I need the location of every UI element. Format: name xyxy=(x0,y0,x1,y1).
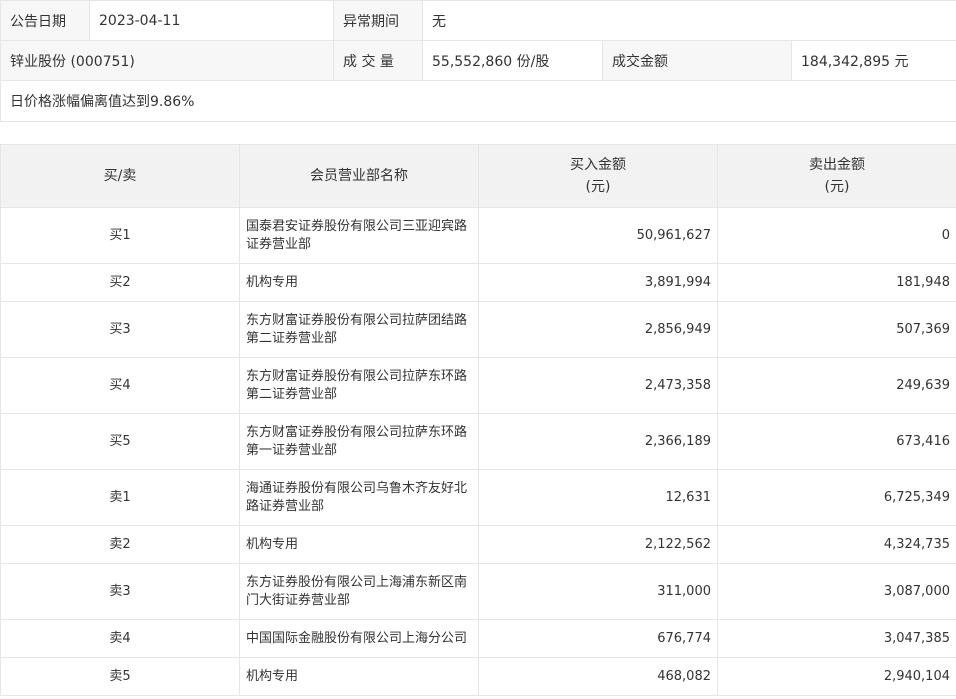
row-dept: 东方财富证券股份有限公司拉萨东环路第一证券营业部 xyxy=(239,413,479,470)
announce-date-value: 2023-04-11 xyxy=(89,0,334,41)
table-row: 买5 东方财富证券股份有限公司拉萨东环路第一证券营业部 2,366,189 67… xyxy=(0,413,956,470)
header-buy-amount-unit: (元) xyxy=(585,179,611,195)
header-dept: 会员营业部名称 xyxy=(239,144,479,208)
table-row: 卖5 机构专用 468,082 2,940,104 xyxy=(0,657,956,696)
row-sell-amount: 3,047,385 xyxy=(717,619,956,658)
row-side: 卖3 xyxy=(0,563,240,620)
row-dept: 海通证券股份有限公司乌鲁木齐友好北路证券营业部 xyxy=(239,469,479,526)
announce-date-label: 公告日期 xyxy=(0,0,90,41)
header-buy-amount: 买入金额 (元) xyxy=(478,144,718,208)
row-side: 卖1 xyxy=(0,469,240,526)
row-buy-amount: 2,473,358 xyxy=(478,357,718,414)
row-dept: 机构专用 xyxy=(239,525,479,564)
row-dept: 东方财富证券股份有限公司拉萨团结路第二证券营业部 xyxy=(239,301,479,358)
row-side: 买1 xyxy=(0,207,240,264)
row-dept: 东方证券股份有限公司上海浦东新区南门大街证券营业部 xyxy=(239,563,479,620)
row-buy-amount: 676,774 xyxy=(478,619,718,658)
info-row-trade: 锌业股份 (000751) 成 交 量 55,552,860 份/股 成交金额 … xyxy=(0,40,956,81)
table-row: 卖3 东方证券股份有限公司上海浦东新区南门大街证券营业部 311,000 3,0… xyxy=(0,563,956,620)
volume-value: 55,552,860 份/股 xyxy=(422,40,603,81)
table-row: 买4 东方财富证券股份有限公司拉萨东环路第二证券营业部 2,473,358 24… xyxy=(0,357,956,414)
table-row: 卖2 机构专用 2,122,562 4,324,735 xyxy=(0,525,956,564)
row-dept: 国泰君安证券股份有限公司三亚迎宾路证券营业部 xyxy=(239,207,479,264)
header-sell-amount-title: 卖出金额 xyxy=(809,157,865,173)
row-buy-amount: 12,631 xyxy=(478,469,718,526)
row-side: 买2 xyxy=(0,263,240,302)
table-row: 卖4 中国国际金融股份有限公司上海分公司 676,774 3,047,385 xyxy=(0,619,956,658)
row-buy-amount: 2,856,949 xyxy=(478,301,718,358)
row-sell-amount: 673,416 xyxy=(717,413,956,470)
row-dept: 中国国际金融股份有限公司上海分公司 xyxy=(239,619,479,658)
row-buy-amount: 2,122,562 xyxy=(478,525,718,564)
row-sell-amount: 181,948 xyxy=(717,263,956,302)
header-sell-amount: 卖出金额 (元) xyxy=(717,144,956,208)
row-sell-amount: 2,940,104 xyxy=(717,657,956,696)
row-side: 买5 xyxy=(0,413,240,470)
header-sell-amount-unit: (元) xyxy=(824,179,850,195)
row-side: 卖4 xyxy=(0,619,240,658)
row-buy-amount: 468,082 xyxy=(478,657,718,696)
turnover-value: 184,342,895 元 xyxy=(791,40,956,81)
row-buy-amount: 3,891,994 xyxy=(478,263,718,302)
header-side: 买/卖 xyxy=(0,144,240,208)
stock-name: 锌业股份 (000751) xyxy=(0,40,334,81)
row-side: 买4 xyxy=(0,357,240,414)
abnormal-period-label: 异常期间 xyxy=(333,0,423,41)
turnover-label: 成交金额 xyxy=(602,40,792,81)
table-row: 买3 东方财富证券股份有限公司拉萨团结路第二证券营业部 2,856,949 50… xyxy=(0,301,956,358)
trading-detail-table: 买/卖 会员营业部名称 买入金额 (元) 卖出金额 (元) 买1 国泰君安证券股… xyxy=(0,144,956,696)
row-buy-amount: 2,366,189 xyxy=(478,413,718,470)
listing-reason: 日价格涨幅偏离值达到9.86% xyxy=(0,80,956,122)
header-buy-amount-title: 买入金额 xyxy=(570,157,626,173)
info-row-date: 公告日期 2023-04-11 异常期间 无 xyxy=(0,0,956,41)
row-side: 买3 xyxy=(0,301,240,358)
abnormal-period-value: 无 xyxy=(422,0,956,41)
info-row-reason: 日价格涨幅偏离值达到9.86% xyxy=(0,80,956,122)
table-header-row: 买/卖 会员营业部名称 买入金额 (元) 卖出金额 (元) xyxy=(0,144,956,208)
row-buy-amount: 50,961,627 xyxy=(478,207,718,264)
table-row: 买2 机构专用 3,891,994 181,948 xyxy=(0,263,956,302)
row-dept: 机构专用 xyxy=(239,657,479,696)
table-row: 买1 国泰君安证券股份有限公司三亚迎宾路证券营业部 50,961,627 0 xyxy=(0,207,956,264)
announcement-info-table: 公告日期 2023-04-11 异常期间 无 锌业股份 (000751) 成 交… xyxy=(0,0,956,122)
row-sell-amount: 0 xyxy=(717,207,956,264)
row-buy-amount: 311,000 xyxy=(478,563,718,620)
table-row: 卖1 海通证券股份有限公司乌鲁木齐友好北路证券营业部 12,631 6,725,… xyxy=(0,469,956,526)
row-sell-amount: 249,639 xyxy=(717,357,956,414)
row-sell-amount: 3,087,000 xyxy=(717,563,956,620)
row-sell-amount: 507,369 xyxy=(717,301,956,358)
row-sell-amount: 4,324,735 xyxy=(717,525,956,564)
volume-label: 成 交 量 xyxy=(333,40,423,81)
row-sell-amount: 6,725,349 xyxy=(717,469,956,526)
row-dept: 机构专用 xyxy=(239,263,479,302)
row-side: 卖2 xyxy=(0,525,240,564)
row-dept: 东方财富证券股份有限公司拉萨东环路第二证券营业部 xyxy=(239,357,479,414)
row-side: 卖5 xyxy=(0,657,240,696)
